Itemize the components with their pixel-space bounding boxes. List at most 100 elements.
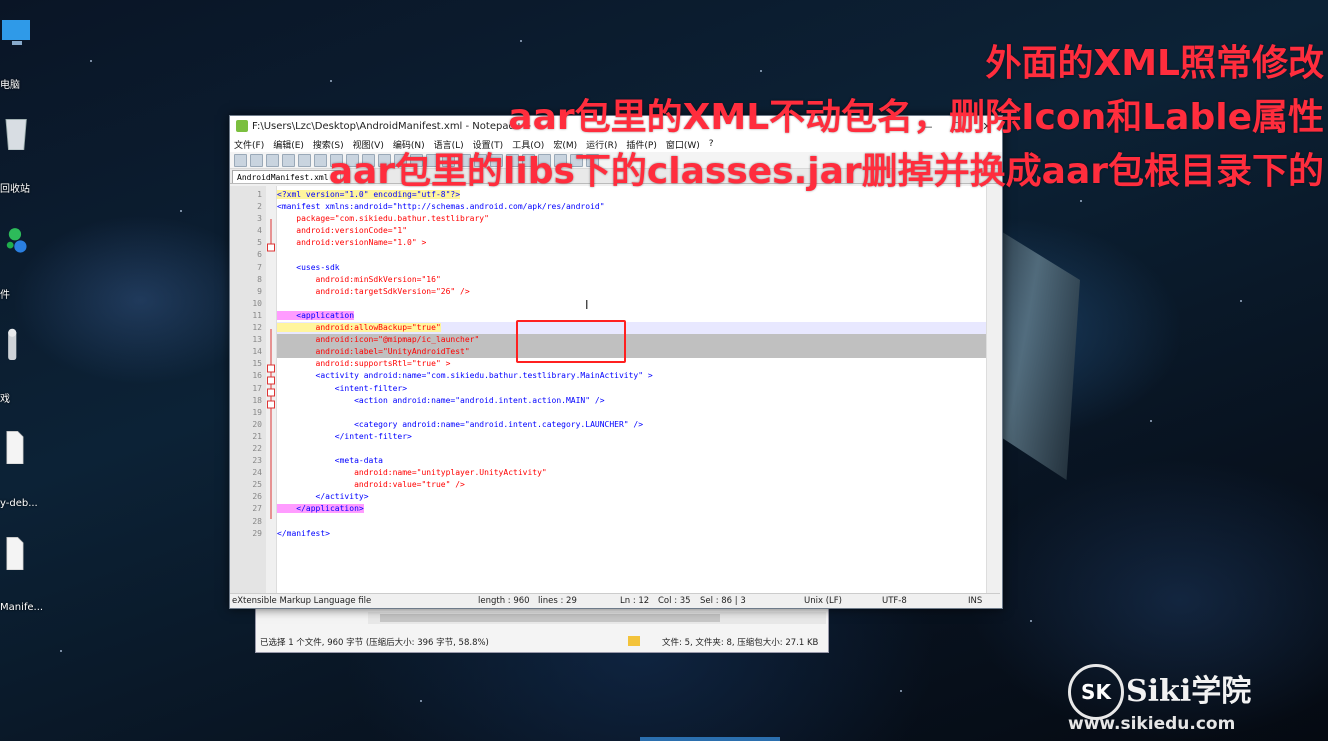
logo-url: www.sikiedu.com [1068, 714, 1236, 734]
code-line: </activity> [277, 492, 369, 502]
code-line: android:targetSdkVersion="26" /> [277, 286, 470, 296]
line-number: 9 [257, 286, 262, 296]
code-text: android:label="UnityAndroidTest" [277, 347, 470, 357]
fold-margin[interactable] [266, 186, 277, 593]
code-line-selected: android:label="UnityAndroidTest" [277, 346, 986, 359]
line-number: 7 [257, 262, 262, 272]
desktop-icon-label: Manife... [0, 602, 44, 613]
line-number: 21 [252, 431, 262, 441]
line-number: 18 [252, 395, 262, 405]
code-line: android:name="unityplayer.UnityActivity" [277, 468, 547, 478]
code-line: package="com.sikiedu.bathur.testlibrary" [277, 214, 489, 224]
line-number: 11 [252, 310, 262, 320]
desktop-icon-label: 回收站 [0, 184, 30, 195]
code-text: android:icon="@mipmap/ic_launcher" [277, 335, 480, 345]
horizontal-scrollbar[interactable] [368, 612, 826, 624]
recycle-bin-icon [5, 118, 27, 151]
code-line: <action android:name="android.intent.act… [277, 395, 605, 405]
code-line: android:value="true" /> [277, 480, 465, 490]
status-filetype: eXtensible Markup Language file [232, 596, 372, 606]
line-number: 2 [257, 202, 262, 212]
code-text: </application> [277, 504, 364, 514]
status-length: length : 960 [478, 596, 530, 606]
line-number: 12 [252, 323, 262, 333]
line-number: 25 [252, 480, 262, 490]
code-line: android:supportsRtl="true" > [277, 359, 451, 369]
selection-status: 已选择 1 个文件, 960 字节 (压缩后大小: 396 字节, 58.8%) [260, 638, 489, 648]
line-number: 27 [252, 504, 262, 514]
notepadpp-icon [236, 120, 248, 132]
code-line-current: android:allowBackup="true" [277, 322, 986, 335]
code-line: </intent-filter> [277, 431, 412, 441]
desktop-icon-game[interactable]: 戏 [0, 326, 44, 405]
code-line: <intent-filter> [277, 383, 408, 393]
code-line-selected: android:icon="@mipmap/ic_launcher" [277, 334, 986, 347]
code-line: android:versionName="1.0" > [277, 238, 427, 248]
close-all-icon[interactable] [314, 153, 327, 167]
desktop-icon-label: 电脑 [0, 80, 20, 91]
logo-mark: SK [1068, 664, 1124, 720]
archive-summary: 文件: 5, 文件夹: 8, 压缩包大小: 27.1 KB [662, 638, 819, 648]
code-line: <category android:name="android.intent.c… [277, 419, 644, 429]
desktop-icon-label: y-deb... [0, 498, 38, 509]
status-sel: Sel : 86 | 3 [700, 596, 746, 606]
new-file-icon[interactable] [234, 153, 247, 167]
line-number: 26 [252, 492, 262, 502]
menu-file[interactable]: 文件(F) [234, 138, 264, 151]
archive-explorer-window: 已选择 1 个文件, 960 字节 (压缩后大小: 396 字节, 58.8%)… [255, 607, 829, 653]
menu-edit[interactable]: 编辑(E) [273, 138, 304, 151]
status-ln: Ln : 12 [620, 596, 650, 606]
line-number: 10 [252, 298, 262, 308]
line-number: 17 [252, 383, 262, 393]
spaceship-wallpaper [990, 230, 1080, 480]
line-number: 16 [252, 371, 262, 381]
scrollbar-thumb[interactable] [380, 614, 720, 622]
desktop-icon-file[interactable]: y-deb... [0, 430, 44, 509]
desktop-icon-manifest[interactable]: Manife... [0, 536, 44, 613]
code-line: </application> [277, 503, 986, 515]
code-line: <uses-sdk [277, 262, 340, 272]
line-number: 14 [252, 347, 262, 357]
line-number: 13 [252, 335, 262, 345]
code-line: <manifest xmlns:android="http://schemas.… [277, 202, 605, 212]
code-text: android:allowBackup="true" [277, 323, 441, 333]
line-number-gutter: 1 2 3 4 5 6 7 8 9 10 11 12 13 14 15 16 1… [230, 186, 266, 593]
close-icon[interactable] [298, 153, 311, 167]
desktop-icon-recycle-bin[interactable]: 回收站 [0, 116, 44, 195]
line-number: 29 [252, 528, 262, 538]
code-area[interactable]: <?xml version="1.0" encoding="utf-8"?> <… [277, 186, 986, 593]
open-file-icon[interactable] [250, 153, 263, 167]
fold-markers-icon [267, 219, 275, 519]
line-number: 15 [252, 359, 262, 369]
file-icon [6, 537, 24, 571]
taskbar-glow [640, 737, 780, 741]
status-eol[interactable]: Unix (LF) [804, 596, 842, 606]
line-number: 4 [257, 226, 262, 236]
caption-line-2: aar包里的XML不动包名，删除Icon和Lable属性 [508, 97, 1324, 138]
desktop-icon-computer[interactable]: 电脑 [0, 16, 44, 91]
line-number: 28 [252, 516, 262, 526]
status-bar: eXtensible Markup Language file length :… [230, 593, 1000, 608]
status-encoding[interactable]: UTF-8 [882, 596, 907, 606]
text-cursor-icon: I [585, 298, 589, 312]
tab-androidmanifest[interactable]: AndroidManifest.xml ✕ [232, 170, 342, 183]
desktop-icon-label: 戏 [0, 394, 10, 405]
vertical-scrollbar[interactable] [986, 186, 1000, 593]
status-insert-mode: INS [968, 596, 983, 606]
line-number: 24 [252, 468, 262, 478]
code-editor[interactable]: 1 2 3 4 5 6 7 8 9 10 11 12 13 14 15 16 1… [230, 186, 1000, 593]
desktop-icon-label: 件 [0, 290, 10, 301]
desktop-icon-app[interactable]: 件 [0, 222, 44, 301]
status-lines: lines : 29 [538, 596, 577, 606]
save-icon[interactable] [266, 153, 279, 167]
save-all-icon[interactable] [282, 153, 295, 167]
line-number: 1 [257, 190, 262, 199]
code-line: <application [277, 310, 986, 322]
line-number: 6 [257, 250, 262, 260]
line-number: 23 [252, 456, 262, 466]
siki-watermark-logo: SK Siki学院 www.sikiedu.com [1066, 660, 1271, 735]
